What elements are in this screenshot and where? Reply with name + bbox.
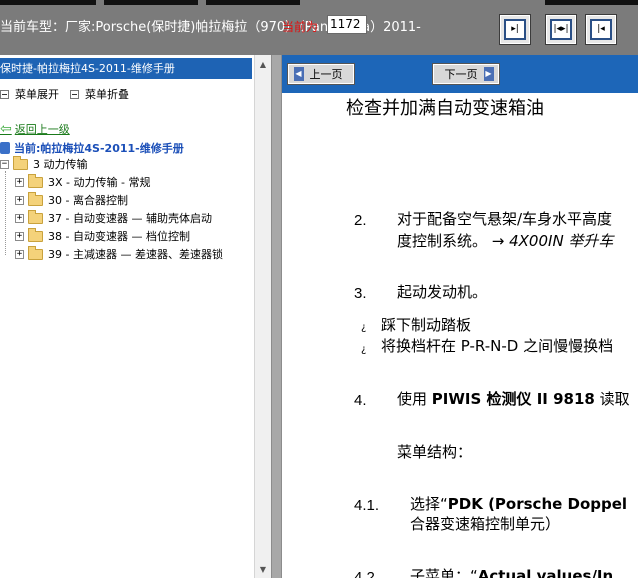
expand-node-icon[interactable]: + — [15, 249, 24, 259]
back-arrow-icon: ⇦ — [0, 121, 12, 137]
folder-icon — [28, 173, 43, 188]
step-text-plain: 读取 — [594, 390, 630, 408]
expand-menu-label: 菜单展开 — [15, 88, 59, 101]
step-text-plain: 选择“ — [410, 495, 448, 513]
manual-tree-panel: 保时捷-帕拉梅拉4S-2011-维修手册 菜单展开 菜单折叠 ⇦ 返回上一级 当… — [0, 55, 254, 578]
tree-item[interactable]: + 38 - 自动变速器 — 档位控制 — [15, 227, 190, 244]
step-number: 4.1. — [354, 497, 380, 514]
page-navigation-bar: ◀ 上一页 下一页 ▶ — [282, 55, 638, 93]
tree-item[interactable]: + 37 - 自动变速器 — 辅助壳体启动 — [15, 209, 212, 226]
collapse-node-icon[interactable]: − — [0, 159, 9, 169]
tree-item-label: 37 - 自动变速器 — 辅助壳体启动 — [48, 212, 212, 225]
manual-book-icon — [0, 142, 10, 154]
step-text-line2: 度控制系统。 → 4X00IN 举升车 — [397, 230, 613, 252]
scroll-down-icon[interactable]: ▼ — [255, 562, 271, 578]
folder-icon — [28, 209, 43, 224]
menu-structure-heading: 菜单结构： — [397, 443, 473, 461]
step-number: 2. — [354, 212, 367, 229]
bullet-icon: ¿ — [361, 322, 367, 333]
procedure-reference-link[interactable]: 4X00IN 举升车 — [509, 232, 613, 250]
collapse-menu-icon — [70, 89, 79, 99]
step-text: 对于配备空气悬架/车身水平高度 — [397, 210, 613, 228]
previous-page-label: 上一页 — [309, 68, 343, 81]
step-number: 4.2. — [354, 569, 380, 578]
next-page-label: 下一页 — [444, 68, 478, 81]
back-link-label: 返回上一级 — [14, 123, 70, 136]
step-text-line2: 合器变速箱控制单元） — [410, 515, 561, 533]
next-arrow-icon: ▶ — [483, 67, 494, 81]
step-text-plain: 度控制系统。 → — [397, 232, 510, 250]
tool-name: PIWIS 检测仪 II 9818 — [431, 390, 595, 408]
panel-splitter[interactable] — [271, 55, 282, 578]
manual-title-bar: 保时捷-帕拉梅拉4S-2011-维修手册 — [0, 58, 252, 79]
folder-icon — [28, 191, 43, 206]
step-number: 4. — [354, 392, 367, 409]
previous-page-button[interactable]: ◀ 上一页 — [287, 63, 355, 85]
expand-node-icon[interactable]: + — [15, 177, 24, 187]
dock-left-button[interactable]: ▸| — [499, 14, 531, 45]
step-text-plain: 使用 — [397, 390, 432, 408]
step-number: 3. — [354, 285, 367, 302]
collapse-menu-button[interactable]: 菜单折叠 — [70, 86, 129, 102]
step-text: 子菜单：“Actual values/In — [410, 565, 613, 578]
left-panel-scrollbar[interactable]: ▲ ▼ — [254, 55, 271, 578]
tree-item[interactable]: + 39 - 主减速器 — 差速器、差速器锁 — [15, 245, 223, 262]
folder-open-icon — [13, 155, 28, 170]
current-location-label: 当前:帕拉梅拉4S-2011-维修手册 — [14, 142, 184, 155]
expand-node-icon[interactable]: + — [15, 213, 24, 223]
collapse-menu-label: 菜单折叠 — [85, 88, 129, 101]
folder-icon — [28, 245, 43, 260]
step-text: 起动发动机。 — [397, 283, 488, 301]
document-viewer: ◀ 上一页 下一页 ▶ 检查并加满自动变速箱油 2. 对于配备空气悬架/车身水平… — [282, 55, 638, 578]
expand-node-icon[interactable]: + — [15, 195, 24, 205]
previous-arrow-icon: ◀ — [293, 67, 304, 81]
tree-root-node[interactable]: − 3 动力传输 — [0, 155, 88, 172]
next-page-button[interactable]: 下一页 ▶ — [432, 63, 500, 85]
tree-root-label: 3 动力传输 — [33, 158, 88, 171]
current-location: 当前:帕拉梅拉4S-2011-维修手册 — [0, 140, 184, 156]
tree-item-label: 3X - 动力传输 - 常规 — [48, 176, 151, 189]
expand-menu-button[interactable]: 菜单展开 — [0, 86, 59, 102]
dock-right-icon: |◂ — [590, 19, 612, 40]
top-header-bar: 当前车型：厂家:Porsche(保时捷)帕拉梅拉（970）（Panamera）2… — [0, 0, 638, 55]
window-tab-strip — [0, 0, 638, 5]
tree-connector-line — [5, 171, 6, 255]
step-text-plain: 子菜单：“ — [410, 567, 478, 578]
bullet-text: 将换档杆在 P-R-N-D 之间慢慢换档 — [381, 337, 614, 355]
tree-item-label: 38 - 自动变速器 — 档位控制 — [48, 230, 190, 243]
split-panes-button[interactable]: |◂▸| — [545, 14, 577, 45]
expand-node-icon[interactable]: + — [15, 231, 24, 241]
scroll-up-icon[interactable]: ▲ — [255, 57, 271, 73]
dock-left-icon: ▸| — [504, 19, 526, 40]
dock-right-button[interactable]: |◂ — [585, 14, 617, 45]
step-text: 选择“PDK (Porsche Doppel — [410, 493, 627, 515]
step-text: 使用 PIWIS 检测仪 II 9818 读取 — [397, 388, 630, 410]
tree-item-label: 30 - 离合器控制 — [48, 194, 128, 207]
tree-item[interactable]: + 3X - 动力传输 - 常规 — [15, 173, 151, 190]
split-panes-icon: |◂▸| — [550, 19, 572, 40]
back-to-parent-link[interactable]: ⇦ 返回上一级 — [0, 121, 70, 137]
tree-item[interactable]: + 30 - 离合器控制 — [15, 191, 128, 208]
expand-menu-icon — [0, 89, 9, 99]
document-title: 检查并加满自动变速箱油 — [346, 98, 544, 119]
bullet-icon: ¿ — [361, 344, 367, 355]
bullet-text: 踩下制动踏板 — [381, 316, 472, 334]
folder-icon — [28, 227, 43, 242]
tree-item-label: 39 - 主减速器 — 差速器、差速器锁 — [48, 248, 223, 261]
control-unit-name: PDK (Porsche Doppel — [447, 495, 628, 513]
submenu-name: Actual values/In — [477, 567, 614, 578]
current-page-input[interactable]: 1172 — [327, 15, 367, 34]
current-page-label: 当前为 — [282, 20, 319, 34]
